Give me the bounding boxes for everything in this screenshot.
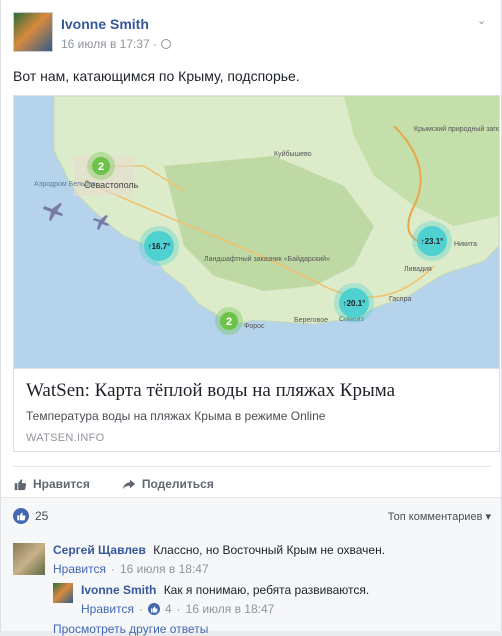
like-reaction-icon [13, 508, 29, 524]
temp-marker[interactable]: ↑23.1° [412, 221, 452, 261]
like-label: Нравится [33, 476, 90, 491]
cluster-marker[interactable]: 2 [87, 152, 115, 180]
like-count[interactable]: 25 [13, 508, 48, 524]
post-actions: Нравится Поделиться [13, 466, 491, 494]
share-label: Поделиться [141, 476, 214, 491]
separator: · [176, 602, 181, 616]
comments-section: Сергей Щавлев Классно, но Восточный Крым… [1, 535, 501, 631]
map-label-kuibyshevo: Куйбышево [274, 150, 312, 158]
reply-avatar[interactable] [53, 583, 73, 603]
reply-author-name[interactable]: Ivonne Smith [81, 583, 156, 597]
map-label-nikita: Никита [454, 241, 477, 248]
link-domain: WATSEN.INFO [26, 432, 105, 444]
cluster-count: 2 [226, 316, 232, 328]
more-replies-link[interactable]: Просмотреть другие ответы [53, 622, 208, 636]
separator: · [138, 602, 143, 616]
post-text: Вот нам, катающимся по Крыму, подспорье. [13, 68, 300, 84]
comment-meta: Нравится · 16 июля в 18:47 [53, 562, 385, 576]
comment-body: Сергей Щавлев Классно, но Восточный Крым… [53, 543, 385, 576]
like-count-value: 25 [35, 509, 49, 523]
reply-meta: Нравится · 4 · 16 июля в 18:47 [81, 602, 369, 616]
comment-text-row: Сергей Щавлев Классно, но Восточный Крым… [53, 543, 385, 557]
temp-marker[interactable]: ↑20.1° [334, 283, 374, 323]
temp-value: ↑20.1° [343, 299, 366, 308]
chevron-down-icon[interactable]: ⌄ [477, 14, 489, 27]
share-arrow-icon [122, 479, 135, 489]
reply-like-link[interactable]: Нравится [81, 602, 134, 616]
map-label-gaspra: Гаспра [389, 296, 411, 303]
reply-text: Как я понимаю, ребята развиваются. [163, 583, 370, 597]
reply-body: Ivonne Smith Как я понимаю, ребята разви… [81, 583, 369, 616]
author-name[interactable]: Ivonne Smith [61, 16, 171, 32]
like-reaction-icon [147, 603, 160, 615]
map-svg: Севастополь Аэродром Бельбек Куйбышево Л… [14, 96, 499, 368]
comment: Сергей Щавлев Классно, но Восточный Крым… [13, 543, 385, 576]
cluster-marker[interactable]: 2 [215, 307, 243, 335]
link-preview-card[interactable]: Севастополь Аэродром Бельбек Куйбышево Л… [13, 95, 500, 452]
like-button[interactable]: Нравится [13, 473, 90, 494]
globe-icon [161, 39, 172, 49]
map-label-crimean-reserve: Крымский природный заповедник [414, 125, 499, 133]
map-label-airport: Аэродром Бельбек [34, 180, 96, 188]
comment-time[interactable]: 16 июля в 18:47 [120, 562, 209, 576]
cluster-count: 2 [98, 161, 104, 173]
commenter-name[interactable]: Сергей Щавлев [53, 543, 146, 557]
link-description: Температура воды на пляжах Крыма в режим… [26, 409, 326, 423]
map-label-livadiya: Ливадия [404, 266, 432, 273]
commenter-avatar[interactable] [13, 543, 45, 575]
post-card: Ivonne Smith 16 июля в 17:37 · ⌄ Вот нам… [0, 0, 502, 636]
reply-text-row: Ivonne Smith Как я понимаю, ребята разви… [81, 583, 369, 597]
map-label-foros: Форос [244, 323, 265, 330]
comment-sort-dropdown[interactable]: Топ комментариев ▾ [388, 510, 491, 523]
reply-like-count: 4 [164, 602, 172, 616]
map-label-reserve: Ландшафтный заказник «Байдарский» [204, 255, 330, 263]
link-title[interactable]: WatSen: Карта тёплой воды на пляжах Крым… [26, 379, 487, 403]
post-header: Ivonne Smith 16 июля в 17:37 · [13, 12, 172, 52]
post-time-row: 16 июля в 17:37 · [61, 37, 172, 51]
share-button[interactable]: Поделиться [122, 473, 214, 494]
temp-marker[interactable]: ↑16.7° [139, 226, 179, 266]
reactions-bar: 25 Топ комментариев ▾ [1, 497, 501, 535]
reply: Ivonne Smith Как я понимаю, ребята разви… [53, 583, 369, 616]
author-meta: Ivonne Smith 16 июля в 17:37 · [61, 12, 172, 52]
separator: · [110, 562, 115, 576]
thumbs-up-icon [14, 478, 27, 490]
author-avatar[interactable] [13, 12, 53, 52]
comment-text: Классно, но Восточный Крым не охвачен. [153, 543, 386, 557]
map-image[interactable]: Севастополь Аэродром Бельбек Куйбышево Л… [14, 96, 499, 368]
temp-value: ↑23.1° [421, 237, 444, 246]
temp-value: ↑16.7° [148, 242, 171, 251]
map-label-beregovoe: Береговое [294, 317, 328, 324]
link-info[interactable]: WatSen: Карта тёплой воды на пляжах Крым… [14, 368, 499, 451]
post-time[interactable]: 16 июля в 17:37 · [61, 37, 157, 51]
reply-time[interactable]: 16 июля в 18:47 [186, 602, 275, 616]
comment-like-link[interactable]: Нравится [53, 562, 106, 576]
